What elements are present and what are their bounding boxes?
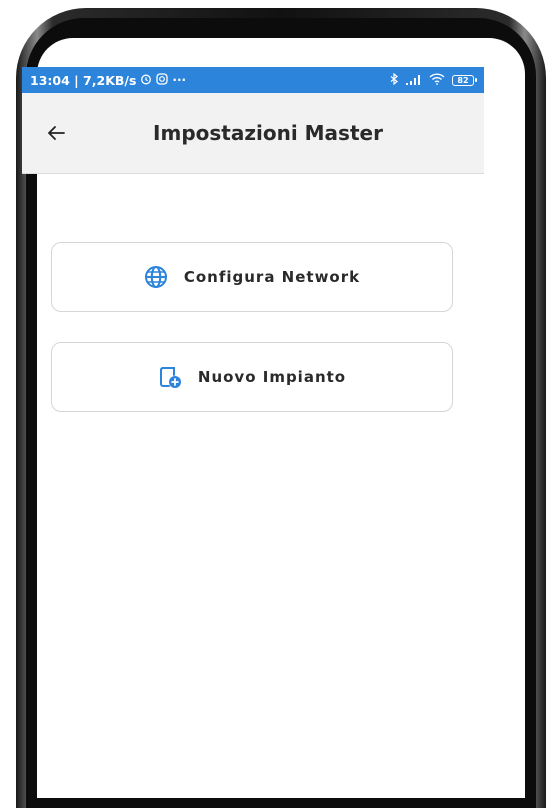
wifi-icon — [429, 73, 445, 87]
status-left: 13:04 | 7,2KB/s ··· — [30, 73, 186, 88]
instagram-icon — [156, 73, 169, 87]
battery-icon: 82 — [452, 74, 477, 86]
new-plant-label: Nuovo Impianto — [197, 368, 347, 386]
status-right: 82 — [390, 72, 477, 87]
configure-network-label: Configura Network — [183, 268, 361, 286]
add-document-icon — [158, 365, 182, 389]
battery-level: 82 — [457, 75, 469, 85]
alarm-icon — [140, 73, 152, 87]
more-icon: ··· — [172, 73, 187, 87]
status-bar: 13:04 | 7,2KB/s ··· 82 — [22, 67, 484, 93]
signal-icon — [406, 74, 422, 87]
bluetooth-icon — [390, 72, 399, 87]
globe-icon — [144, 265, 168, 289]
app-bar: Impostazioni Master — [22, 93, 484, 174]
new-plant-button[interactable]: Nuovo Impianto — [51, 342, 453, 412]
page-title: Impostazioni Master — [153, 121, 383, 145]
configure-network-button[interactable]: Configura Network — [51, 242, 453, 312]
status-time-speed: 13:04 | 7,2KB/s — [30, 72, 137, 88]
